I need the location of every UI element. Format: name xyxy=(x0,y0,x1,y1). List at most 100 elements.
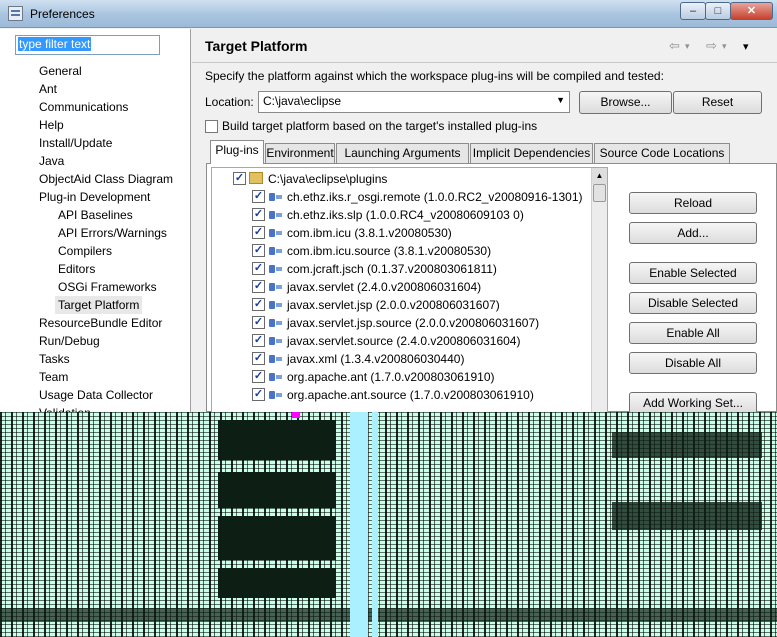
tab-source-code-locations[interactable]: Source Code Locations xyxy=(594,143,730,163)
disable-selected-button[interactable]: Disable Selected xyxy=(629,292,757,314)
plugin-icon xyxy=(268,190,284,204)
list-item[interactable]: ✓ javax.servlet.source (2.4.0.v2008060316… xyxy=(212,332,592,350)
list-item[interactable]: ✓ ch.ethz.iks.r_osgi.remote (1.0.0.RC2_v2… xyxy=(212,188,592,206)
checkbox[interactable]: ✓ xyxy=(252,280,265,293)
plugin-icon xyxy=(268,262,284,276)
preference-page: Target Platform ⇦ ▾ ⇨ ▾ ▾ Specify the pl… xyxy=(192,29,777,414)
back-arrow-icon[interactable]: ⇦ xyxy=(669,38,680,54)
artifact-block xyxy=(612,502,762,530)
checkbox[interactable]: ✓ xyxy=(252,352,265,365)
forward-arrow-icon[interactable]: ⇨ xyxy=(706,38,717,54)
build-target-checkbox[interactable] xyxy=(205,120,218,133)
list-item[interactable]: ✓ com.ibm.icu (3.8.1.v20080530) xyxy=(212,224,592,242)
list-item[interactable]: ✓ org.apache.ant.source (1.7.0.v200803061… xyxy=(212,386,592,404)
tree-item[interactable]: General xyxy=(39,62,82,80)
plugin-label: com.ibm.icu.source (3.8.1.v20080530) xyxy=(287,244,492,258)
reset-button[interactable]: Reset xyxy=(673,91,762,114)
browse-button[interactable]: Browse... xyxy=(579,91,672,114)
plugin-root-folder[interactable]: ✓ C:\java\eclipse\plugins xyxy=(212,170,592,188)
tree-item[interactable]: Plug-in Development xyxy=(39,188,150,206)
enable-all-button[interactable]: Enable All xyxy=(629,322,757,344)
list-item[interactable]: ✓ javax.servlet.jsp.source (2.0.0.v200806… xyxy=(212,314,592,332)
filter-input[interactable]: type filter text xyxy=(15,35,160,55)
page-title: Target Platform xyxy=(205,38,308,54)
close-button[interactable]: ✕ xyxy=(730,2,773,20)
forward-dropdown-icon[interactable]: ▾ xyxy=(722,41,727,52)
artifact-block xyxy=(0,608,777,622)
filter-text: type filter text xyxy=(18,37,92,51)
chevron-down-icon[interactable]: ▼ xyxy=(556,95,565,105)
list-item[interactable]: ✓ javax.xml (1.3.4.v200806030440) xyxy=(212,350,592,368)
title-bar: Preferences – □ ✕ xyxy=(0,0,777,28)
checkbox[interactable]: ✓ xyxy=(252,334,265,347)
checkbox[interactable]: ✓ xyxy=(252,244,265,257)
checkbox[interactable]: ✓ xyxy=(233,172,246,185)
checkbox[interactable]: ✓ xyxy=(252,226,265,239)
preferences-tree-pane: type filter text General Ant Communication… xyxy=(0,29,191,420)
plugin-label: org.apache.ant.source (1.7.0.v2008030619… xyxy=(287,388,534,402)
tree-item[interactable]: Install/Update xyxy=(39,134,112,152)
back-dropdown-icon[interactable]: ▾ xyxy=(685,41,690,52)
tree-item[interactable]: Editors xyxy=(58,260,95,278)
tree-item[interactable]: ObjectAid Class Diagram xyxy=(39,170,173,188)
list-item[interactable]: ✓ javax.servlet.jsp (2.0.0.v200806031607) xyxy=(212,296,592,314)
header-separator xyxy=(192,62,777,63)
tree-item[interactable]: Java xyxy=(39,152,64,170)
list-item[interactable]: ✓ org.apache.ant (1.7.0.v200803061910) xyxy=(212,368,592,386)
tab-environment[interactable]: Environment xyxy=(265,143,335,163)
tree-item[interactable]: Target Platform xyxy=(55,296,143,314)
plugin-icon xyxy=(268,298,284,312)
location-label: Location: xyxy=(205,95,254,109)
tree-item[interactable]: Communications xyxy=(39,98,128,116)
tree-item[interactable]: Ant xyxy=(39,80,57,98)
maximize-button[interactable]: □ xyxy=(705,2,731,20)
plugin-label: javax.xml (1.3.4.v200806030440) xyxy=(287,352,465,366)
plugin-icon xyxy=(268,226,284,240)
plugin-label: javax.servlet.jsp (2.0.0.v200806031607) xyxy=(287,298,500,312)
plugin-icon xyxy=(268,334,284,348)
checkbox[interactable]: ✓ xyxy=(252,262,265,275)
minimize-button[interactable]: – xyxy=(680,2,706,20)
view-menu-icon[interactable]: ▾ xyxy=(743,40,749,53)
disable-all-button[interactable]: Disable All xyxy=(629,352,757,374)
checkbox[interactable]: ✓ xyxy=(252,190,265,203)
plugin-label: com.jcraft.jsch (0.1.37.v200803061811) xyxy=(287,262,497,276)
tree-item[interactable]: Help xyxy=(39,116,64,134)
tab-plug-ins[interactable]: Plug-ins xyxy=(210,140,264,164)
tree-item[interactable]: Usage Data Collector xyxy=(39,386,153,404)
plugin-list-scrollbar[interactable]: ▲ xyxy=(591,168,607,412)
plugin-icon xyxy=(268,244,284,258)
tab-implicit-dependencies[interactable]: Implicit Dependencies xyxy=(470,143,593,163)
artifact-stripe xyxy=(372,412,378,637)
tree-item[interactable]: Tasks xyxy=(39,350,70,368)
plugin-label: javax.servlet.source (2.4.0.v20080603160… xyxy=(287,334,521,348)
tree-item[interactable]: Compilers xyxy=(58,242,112,260)
checkbox[interactable]: ✓ xyxy=(252,370,265,383)
tree-item[interactable]: API Errors/Warnings xyxy=(58,224,167,242)
preferences-icon xyxy=(8,6,23,21)
scroll-thumb[interactable] xyxy=(593,184,606,202)
scroll-up-icon[interactable]: ▲ xyxy=(592,168,607,184)
tree-item[interactable]: Run/Debug xyxy=(39,332,100,350)
add-working-set-button[interactable]: Add Working Set... xyxy=(629,392,757,414)
add-button[interactable]: Add... xyxy=(629,222,757,244)
checkbox[interactable]: ✓ xyxy=(252,316,265,329)
checkbox[interactable]: ✓ xyxy=(252,388,265,401)
location-combo[interactable]: C:\java\eclipse ▼ xyxy=(258,91,570,113)
tab-launching-arguments[interactable]: Launching Arguments xyxy=(336,143,469,163)
artifact-block xyxy=(218,472,336,508)
checkbox[interactable]: ✓ xyxy=(252,208,265,221)
checkbox[interactable]: ✓ xyxy=(252,298,265,311)
page-description: Specify the platform against which the w… xyxy=(205,69,664,83)
tree-item[interactable]: API Baselines xyxy=(58,206,133,224)
reload-button[interactable]: Reload xyxy=(629,192,757,214)
tree-item[interactable]: ResourceBundle Editor xyxy=(39,314,162,332)
list-item[interactable]: ✓ com.ibm.icu.source (3.8.1.v20080530) xyxy=(212,242,592,260)
plugin-checklist: ▲ ✓ C:\java\eclipse\plugins ✓ ch.ethz.iks.r… xyxy=(211,167,608,413)
list-item[interactable]: ✓ ch.ethz.iks.slp (1.0.0.RC4_v20080609103… xyxy=(212,206,592,224)
tree-item[interactable]: OSGi Frameworks xyxy=(58,278,157,296)
enable-selected-button[interactable]: Enable Selected xyxy=(629,262,757,284)
list-item[interactable]: ✓ com.jcraft.jsch (0.1.37.v200803061811) xyxy=(212,260,592,278)
tree-item[interactable]: Team xyxy=(39,368,68,386)
list-item[interactable]: ✓ javax.servlet (2.4.0.v200806031604) xyxy=(212,278,592,296)
